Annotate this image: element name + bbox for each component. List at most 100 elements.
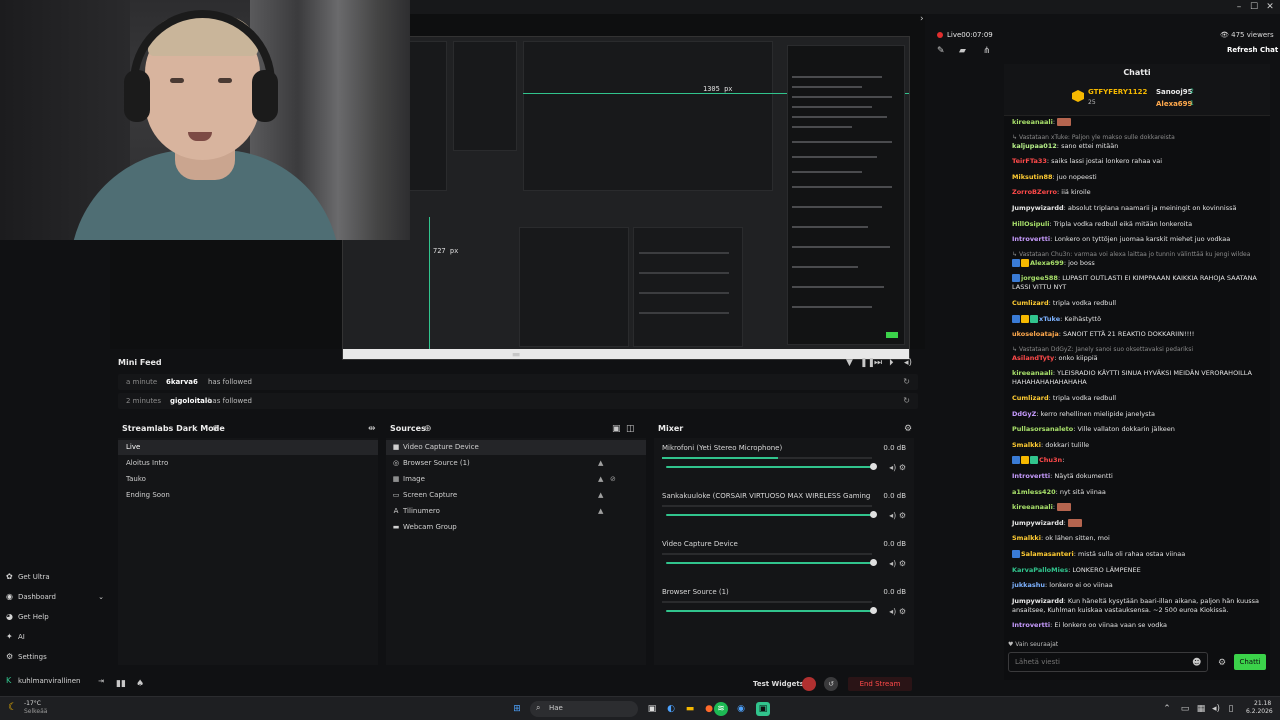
- filter-icon[interactable]: ▼: [846, 358, 853, 368]
- mute-icon[interactable]: ◂): [889, 559, 896, 568]
- settings-icon[interactable]: ⚙: [899, 463, 906, 472]
- clock-time[interactable]: 21.18: [1254, 700, 1271, 707]
- network-icon[interactable]: ▦: [1194, 702, 1208, 716]
- settings-icon[interactable]: ⚙: [899, 511, 906, 520]
- source-item[interactable]: ◎ Browser Source (1) ▲: [386, 456, 646, 471]
- mute-icon[interactable]: ◂): [889, 511, 896, 520]
- volume-slider[interactable]: [666, 511, 877, 518]
- volume-slider[interactable]: [666, 463, 877, 470]
- volume-tray-icon[interactable]: ◂): [1209, 702, 1223, 716]
- chat-username[interactable]: KarvaPalloMies: [1012, 566, 1068, 574]
- skip-icon[interactable]: ⏭: [874, 358, 882, 368]
- chat-username[interactable]: Chu3n: [1039, 456, 1062, 464]
- volume-knob[interactable]: [870, 559, 877, 566]
- chat-username[interactable]: Pullasorsanaleto: [1012, 425, 1073, 433]
- chat-username[interactable]: AsilandTyty: [1012, 354, 1054, 362]
- source-item[interactable]: ▭ Screen Capture ▲: [386, 488, 646, 503]
- chat-username[interactable]: kireeanaali: [1012, 503, 1053, 511]
- mixer-settings-icon[interactable]: ⚙: [904, 424, 912, 434]
- user-account[interactable]: Kkuhlmanvirallinen ⇥: [6, 674, 104, 688]
- chat-username[interactable]: Jumpywizardd: [1012, 597, 1064, 605]
- close-button[interactable]: ✕: [1263, 1, 1277, 13]
- stream-info-icon[interactable]: ▰: [959, 46, 966, 56]
- clock-date[interactable]: 6.2.2026: [1246, 708, 1273, 715]
- chat-username[interactable]: Smalkki: [1012, 534, 1041, 542]
- chat-username[interactable]: ukoseloataja: [1012, 330, 1059, 338]
- chat-username[interactable]: jukkashu: [1012, 581, 1045, 589]
- feed-user[interactable]: 6karva6: [166, 378, 198, 386]
- repeat-alert-icon[interactable]: ↻: [903, 377, 910, 386]
- volume-slider[interactable]: [666, 607, 877, 614]
- settings-icon[interactable]: ⚙: [899, 607, 906, 616]
- source-item[interactable]: ▬ Webcam Group: [386, 520, 646, 535]
- refresh-chat-button[interactable]: Refresh Chat: [1227, 46, 1278, 54]
- end-stream-button[interactable]: End Stream: [848, 677, 912, 691]
- nav-settings[interactable]: ⚙ Settings: [6, 650, 47, 664]
- visibility-off-icon[interactable]: ⊘: [610, 472, 616, 487]
- source-item[interactable]: ■ Video Capture Device: [386, 440, 646, 455]
- source-settings-icon[interactable]: ▣: [612, 424, 621, 434]
- send-chat-button[interactable]: Chatti: [1234, 654, 1266, 670]
- chat-username[interactable]: DdGyZ: [1012, 410, 1036, 418]
- notifications-icon[interactable]: ♠: [136, 679, 144, 689]
- nav-ai[interactable]: ✦ AI: [6, 630, 25, 644]
- chat-username[interactable]: TeirFTa33: [1012, 157, 1047, 165]
- leaderboard-first-name[interactable]: GTFYFERY1122: [1088, 88, 1147, 96]
- task-view-icon[interactable]: ▣: [645, 702, 659, 716]
- volume-icon[interactable]: ◂): [904, 358, 912, 368]
- repeat-alert-icon[interactable]: ↻: [903, 396, 910, 405]
- edit-icon[interactable]: ✎: [937, 46, 945, 56]
- chat-username[interactable]: jorgee588: [1021, 274, 1058, 282]
- test-widgets-button[interactable]: Test Widgets: [753, 677, 804, 691]
- lock-icon[interactable]: ▲: [598, 456, 603, 471]
- chat-username[interactable]: Introvertti: [1012, 621, 1050, 629]
- emoji-icon[interactable]: ☻: [1192, 658, 1201, 668]
- leaderboard-third-name[interactable]: Alexa699: [1156, 100, 1192, 108]
- chat-username[interactable]: Introvertti: [1012, 472, 1050, 480]
- chat-username[interactable]: Alexa699: [1030, 259, 1064, 267]
- feed-user[interactable]: gigoloitalo: [170, 397, 212, 405]
- leaderboard-second-name[interactable]: Sanooj95: [1156, 88, 1193, 96]
- lock-icon[interactable]: ▲: [598, 488, 603, 503]
- scene-preview[interactable]: 1305 px 727 px: [342, 36, 910, 360]
- add-scene-icon[interactable]: ⊕: [212, 424, 220, 434]
- chat-username[interactable]: Smalkki: [1012, 441, 1041, 449]
- volume-knob[interactable]: [870, 607, 877, 614]
- chat-input[interactable]: [1008, 652, 1208, 672]
- pause-icon[interactable]: ❚❚: [860, 358, 875, 368]
- chat-username[interactable]: Cumlizard: [1012, 299, 1049, 307]
- mute-alerts-icon[interactable]: ⏵: [889, 358, 894, 368]
- chat-username[interactable]: Miksutin88: [1012, 173, 1053, 181]
- windows-start-icon[interactable]: ⊞: [510, 702, 524, 716]
- chat-username[interactable]: kaljupaa012: [1012, 142, 1057, 150]
- scene-item[interactable]: Live: [118, 440, 378, 455]
- maximize-button[interactable]: ☐: [1247, 1, 1261, 13]
- scene-item[interactable]: Ending Soon: [118, 488, 378, 503]
- file-explorer-icon[interactable]: ▬: [683, 702, 697, 716]
- chat-username[interactable]: Jumpywizardd: [1012, 519, 1064, 527]
- lock-icon[interactable]: ▲: [598, 472, 603, 487]
- chat-username[interactable]: Introvertti: [1012, 235, 1050, 243]
- chat-username[interactable]: kireeanaali: [1012, 118, 1053, 126]
- logout-icon[interactable]: ⇥: [98, 674, 104, 688]
- scene-collection-title[interactable]: Streamlabs Dark Mode: [122, 424, 225, 433]
- record-button[interactable]: [802, 677, 816, 691]
- chat-username[interactable]: HillOsipuli: [1012, 220, 1049, 228]
- battery-icon[interactable]: ▯: [1224, 702, 1238, 716]
- volume-slider[interactable]: [666, 559, 877, 566]
- chat-settings-icon[interactable]: ⚙: [1218, 658, 1226, 668]
- chevron-down-icon[interactable]: ⌄: [98, 590, 104, 604]
- performance-icon[interactable]: ▮▮: [116, 679, 126, 689]
- nav-get-ultra[interactable]: ✿ Get Ultra: [6, 570, 50, 584]
- lock-icon[interactable]: ▲: [598, 504, 603, 519]
- minimize-button[interactable]: –: [1232, 1, 1246, 13]
- chat-username[interactable]: Jumpywizardd: [1012, 204, 1064, 212]
- mute-icon[interactable]: ◂): [889, 607, 896, 616]
- taskbar-search[interactable]: ⌕ Hae: [530, 701, 638, 717]
- collapse-right-icon[interactable]: ›: [920, 14, 924, 24]
- scene-item[interactable]: Aloitus Intro: [118, 456, 378, 471]
- replay-buffer-button[interactable]: ↺: [824, 677, 838, 691]
- source-item[interactable]: A Tilinumero ▲: [386, 504, 646, 519]
- spotify-icon[interactable]: ≋: [714, 702, 728, 716]
- nav-get-help[interactable]: ◕ Get Help: [6, 610, 49, 624]
